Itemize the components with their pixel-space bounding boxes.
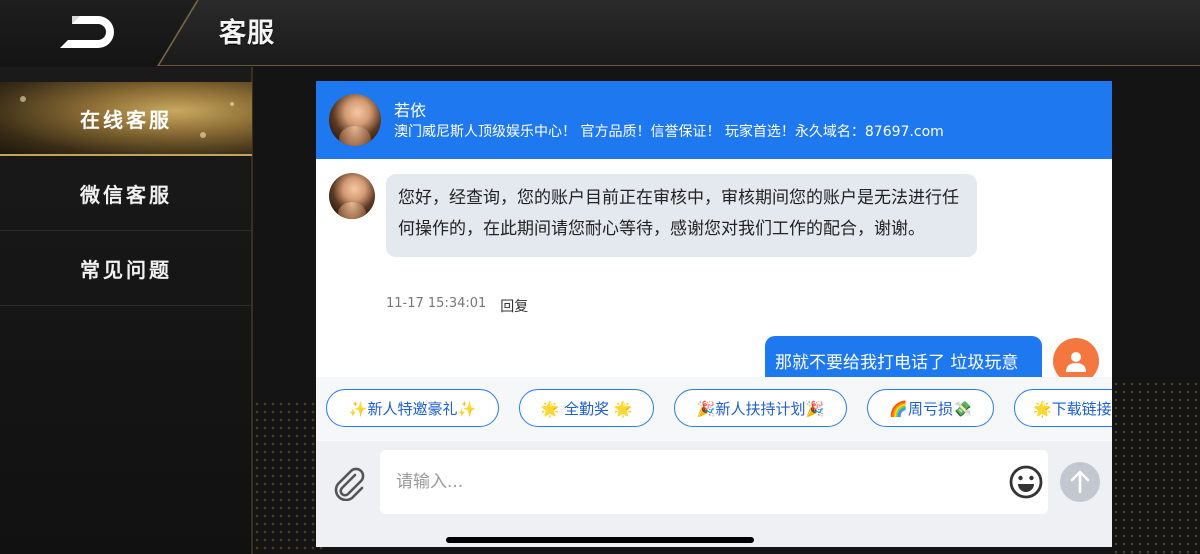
quick-reply-bar: ✨新人特邀豪礼✨ 🌟 全勤奖 🌟 🎉新人扶持计划🎉 🌈周亏损💸 🌟下载链接 (316, 377, 1112, 441)
top-bar: 客服 (0, 0, 1200, 66)
chat-panel: 若依 澳门威尼斯人顶级娱乐中心！ 官方品质！信誉保证！ 玩家首选！永久域名：87… (316, 81, 1112, 547)
message-meta: 11-17 15:34:01 回复 (386, 296, 528, 316)
attach-icon[interactable] (330, 463, 366, 501)
quick-reply-chip[interactable]: 🌟 全勤奖 🌟 (519, 389, 654, 427)
quick-reply-chip[interactable]: ✨新人特邀豪礼✨ (326, 389, 499, 427)
sidebar: 在线客服 微信客服 常见问题 (0, 67, 253, 554)
decor-dot (20, 96, 26, 102)
user-message-bubble: 那就不要给我打电话了 垃圾玩意 (765, 336, 1042, 377)
message-input[interactable] (396, 450, 996, 514)
message-timestamp: 11-17 15:34:01 (386, 296, 487, 311)
sidebar-item-online-service[interactable]: 在线客服 (0, 82, 252, 156)
agent-message-bubble: 您好，经查询，您的账户目前正在审核中，审核期间您的账户是无法进行任何操作的，在此… (386, 174, 977, 257)
agent-name: 若依 (394, 101, 427, 120)
emoji-icon[interactable] (1008, 464, 1044, 500)
decor-dot (200, 132, 206, 138)
message-list[interactable]: 您好，经查询，您的账户目前正在审核中，审核期间您的账户是无法进行任何操作的，在此… (316, 159, 1112, 377)
agent-slogan: 澳门威尼斯人顶级娱乐中心！ 官方品质！信誉保证！ 玩家首选！永久域名：87697… (394, 124, 944, 140)
decor-dot (230, 102, 234, 106)
agent-avatar (329, 94, 381, 146)
sidebar-item-label: 在线客服 (80, 107, 172, 132)
message-input-box[interactable] (380, 450, 1048, 514)
decor-pattern (253, 400, 323, 554)
quick-reply-chip[interactable]: 🌈周亏损💸 (867, 389, 994, 427)
sidebar-item-wechat-service[interactable]: 微信客服 (0, 157, 252, 231)
decor-pattern (1112, 380, 1200, 554)
page-title: 客服 (219, 18, 275, 49)
chat-header: 若依 澳门威尼斯人顶级娱乐中心！ 官方品质！信誉保证！ 玩家首选！永久域名：87… (316, 81, 1112, 159)
user-icon (1066, 352, 1086, 372)
logo[interactable] (58, 12, 114, 52)
home-indicator (446, 537, 754, 543)
quick-reply-chip[interactable]: 🌟下载链接 (1014, 389, 1112, 427)
user-avatar (1053, 338, 1099, 377)
agent-avatar (329, 173, 375, 219)
reply-link[interactable]: 回复 (500, 296, 528, 316)
quick-reply-chip[interactable]: 🎉新人扶持计划🎉 (674, 389, 847, 427)
send-arrow-icon[interactable] (1059, 461, 1101, 503)
input-bar (316, 441, 1112, 547)
sidebar-item-label: 常见问题 (80, 258, 172, 282)
sidebar-item-faq[interactable]: 常见问题 (0, 232, 252, 306)
sidebar-item-label: 微信客服 (80, 183, 172, 207)
divider-slash (157, 0, 199, 66)
